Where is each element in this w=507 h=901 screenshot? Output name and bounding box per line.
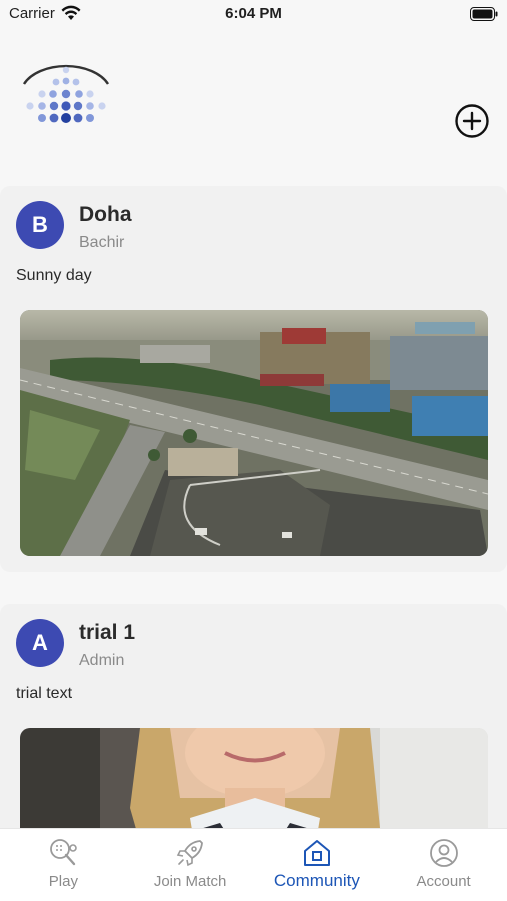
- header: [0, 30, 507, 180]
- tab-join-match[interactable]: Join Match: [127, 829, 254, 901]
- post-title: trial 1: [79, 621, 136, 644]
- home-icon: [303, 840, 330, 866]
- status-bar: Carrier 6:04 PM: [0, 0, 507, 30]
- status-time: 6:04 PM: [225, 5, 282, 22]
- avatar[interactable]: A: [16, 619, 64, 667]
- user-circle-icon: [429, 839, 458, 867]
- battery-icon: [470, 7, 498, 21]
- post-text: Sunny day: [16, 267, 92, 284]
- post-author: Bachir: [79, 234, 125, 251]
- post-card[interactable]: A trial 1 Admin trial text: [0, 604, 507, 878]
- tab-account[interactable]: Account: [380, 829, 507, 901]
- tab-play[interactable]: Play: [0, 829, 127, 901]
- app-logo: [22, 64, 110, 123]
- tab-label: Community: [273, 871, 360, 890]
- post-image[interactable]: [20, 310, 488, 556]
- tab-label: Account: [416, 873, 471, 890]
- post-text: trial text: [16, 685, 73, 702]
- tab-label: Join Match: [153, 873, 227, 890]
- padel-racket-icon: [50, 839, 78, 866]
- post-author: Admin: [79, 652, 125, 669]
- post-title: Doha: [79, 203, 132, 226]
- add-post-button[interactable]: [454, 103, 490, 139]
- aerial-city-photo: [20, 310, 488, 556]
- avatar[interactable]: B: [16, 201, 64, 249]
- tab-label: Play: [48, 873, 78, 890]
- rocket-icon: [176, 840, 204, 867]
- tab-community[interactable]: Community: [254, 829, 381, 901]
- tab-bar: Play Join Match Community Account: [0, 828, 507, 901]
- post-card[interactable]: B Doha Bachir Sunny day: [0, 186, 507, 572]
